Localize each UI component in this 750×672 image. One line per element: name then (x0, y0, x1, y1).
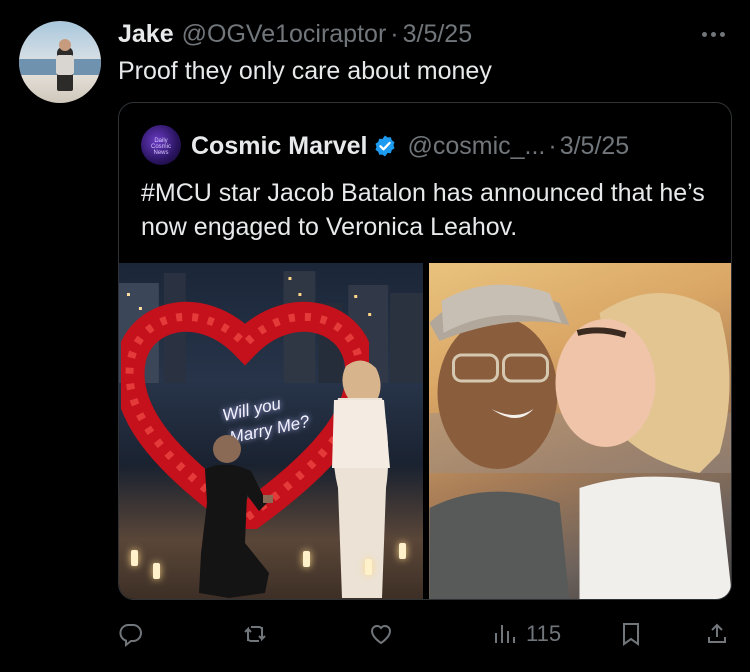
quoted-tweet-text: #MCU star Jacob Batalon has announced th… (141, 179, 705, 241)
tweet-action-bar: 115 (118, 616, 732, 652)
kneeling-man (199, 435, 273, 598)
like-button[interactable] (368, 616, 394, 652)
quoted-author-name[interactable]: Cosmic Marvel (191, 132, 367, 161)
tweet-text: Proof they only care about money (118, 57, 492, 85)
candle (365, 559, 372, 575)
quoted-author-handle[interactable]: @cosmic_... (407, 132, 545, 161)
tweet-date[interactable]: 3/5/25 (403, 20, 473, 49)
reply-icon (119, 624, 142, 647)
couple-selfie (429, 284, 731, 599)
quoted-avatar-text: Daily Cosmic News (150, 138, 171, 156)
avatar-shirt (56, 55, 74, 75)
candle (303, 551, 310, 567)
more-dot (710, 31, 716, 37)
more-dot (701, 31, 707, 37)
quoted-separator-dot: · (548, 131, 557, 160)
avatar-head (59, 39, 71, 51)
views-button[interactable]: 115 (492, 616, 561, 652)
reply-button[interactable] (118, 616, 144, 652)
quoted-tweet-date[interactable]: 3/5/25 (560, 132, 630, 161)
candle (131, 550, 138, 566)
author-avatar[interactable] (19, 21, 101, 103)
retweet-icon (244, 626, 266, 642)
candle (399, 543, 406, 559)
share-button[interactable] (704, 616, 730, 652)
standing-woman (332, 360, 390, 598)
more-dot (719, 31, 725, 37)
bookmark-button[interactable] (618, 616, 644, 652)
media-image-selfie[interactable] (429, 263, 731, 599)
separator-dot: · (390, 19, 399, 48)
quoted-media-grid: Will you Marry Me? (119, 263, 731, 599)
quoted-tweet-header: Cosmic Marvel @cosmic_... · 3/5/25 (191, 131, 629, 161)
tweet-header: Jake @OGVe1ociraptor · 3/5/25 (118, 19, 472, 49)
author-handle[interactable]: @OGVe1ociraptor (182, 20, 387, 49)
heart-icon (370, 625, 392, 645)
bookmark-icon (623, 623, 639, 646)
quoted-tweet-card[interactable]: Daily Cosmic News Cosmic Marvel @cosmic_… (118, 102, 732, 600)
author-name[interactable]: Jake (118, 20, 174, 49)
retweet-button[interactable] (242, 616, 268, 652)
quoted-author-avatar[interactable]: Daily Cosmic News (141, 125, 181, 165)
views-count: 115 (526, 621, 562, 646)
share-icon (708, 623, 726, 643)
verified-badge-icon (375, 135, 395, 157)
more-options-icon[interactable] (696, 22, 730, 46)
media-image-proposal[interactable]: Will you Marry Me? (119, 263, 423, 599)
candle (153, 563, 160, 579)
views-icon (495, 625, 515, 643)
